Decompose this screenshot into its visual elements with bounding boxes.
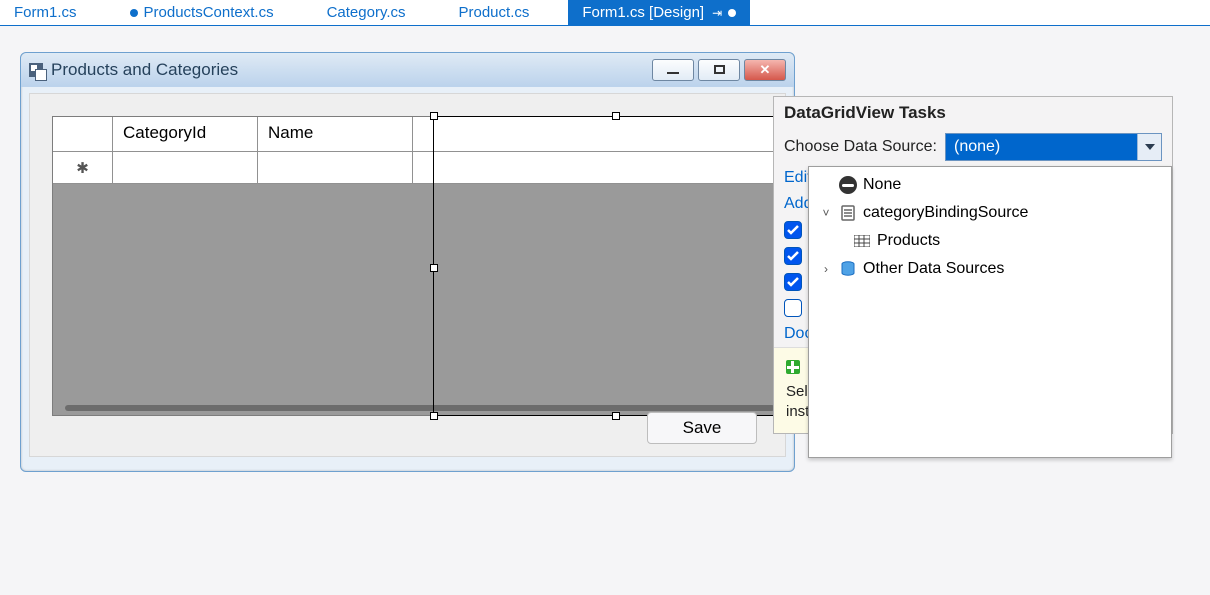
cell[interactable] (113, 152, 258, 183)
column-header-categoryid[interactable]: CategoryId (113, 117, 258, 151)
data-source-item-none[interactable]: None (813, 171, 1167, 199)
tab-label: Form1.cs [Design] (582, 4, 704, 21)
tab-label: Product.cs (459, 4, 530, 21)
chevron-down-icon (1137, 134, 1161, 160)
maximize-button[interactable] (698, 59, 740, 81)
tab-productscontext[interactable]: ProductsContext.cs (116, 0, 288, 26)
data-source-item-binding-source[interactable]: ˅ categoryBindingSource (813, 199, 1167, 227)
table-row: ✱ (53, 152, 787, 184)
tab-category[interactable]: Category.cs (313, 0, 420, 26)
plus-icon (786, 360, 800, 374)
modified-dot-icon (130, 9, 138, 17)
data-source-combo[interactable]: (none) (945, 133, 1162, 161)
item-label: Other Data Sources (863, 260, 1004, 278)
document-tabstrip: Form1.cs ProductsContext.cs Category.cs … (0, 0, 1210, 26)
form-title: Products and Categories (51, 60, 238, 80)
resize-handle[interactable] (430, 112, 438, 120)
resize-handle[interactable] (430, 412, 438, 420)
modified-dot-icon (728, 9, 736, 17)
grid-corner-cell[interactable] (53, 117, 113, 151)
form-titlebar[interactable]: Products and Categories ✕ (21, 53, 794, 87)
form-client-area: CategoryId Name ✱ (29, 93, 786, 457)
checkbox-unchecked-icon (784, 299, 802, 317)
tab-label: Form1.cs (14, 4, 77, 21)
app-icon (29, 63, 43, 77)
database-icon (839, 260, 857, 278)
maximize-icon (714, 65, 725, 74)
item-label: None (863, 176, 901, 194)
form-products-and-categories[interactable]: Products and Categories ✕ CategoryId Nam… (20, 52, 795, 472)
close-button[interactable]: ✕ (744, 59, 786, 81)
data-source-item-other[interactable]: › Other Data Sources (813, 255, 1167, 283)
minimize-icon (667, 72, 679, 74)
tab-product[interactable]: Product.cs (445, 0, 544, 26)
choose-data-source-label: Choose Data Source: (784, 138, 937, 156)
designer-surface: Products and Categories ✕ CategoryId Nam… (0, 26, 1210, 595)
data-source-selected: (none) (946, 138, 1008, 156)
binding-source-icon (839, 204, 857, 222)
resize-handle[interactable] (612, 112, 620, 120)
tab-form1-design[interactable]: Form1.cs [Design] ⇥ (568, 0, 750, 26)
tasks-title: DataGridView Tasks (774, 97, 1172, 129)
expand-icon[interactable]: › (819, 262, 833, 276)
expand-icon[interactable]: ˅ (819, 206, 833, 220)
item-label: Products (877, 232, 940, 250)
minimize-button[interactable] (652, 59, 694, 81)
pin-icon[interactable]: ⇥ (712, 6, 722, 20)
checkbox-checked-icon (784, 221, 802, 239)
save-button[interactable]: Save (647, 412, 757, 444)
resize-handle[interactable] (430, 264, 438, 272)
datagridview[interactable]: CategoryId Name ✱ (52, 116, 788, 416)
table-icon (853, 232, 871, 250)
tab-form1-cs[interactable]: Form1.cs (0, 0, 91, 26)
datagridview-wrapper: CategoryId Name ✱ (52, 116, 788, 416)
horizontal-scrollbar[interactable] (65, 405, 775, 411)
checkbox-checked-icon (784, 247, 802, 265)
close-icon: ✕ (760, 62, 771, 78)
tab-label: ProductsContext.cs (144, 4, 274, 21)
column-header-name[interactable]: Name (258, 117, 413, 151)
tab-label: Category.cs (327, 4, 406, 21)
cell[interactable] (258, 152, 413, 183)
grid-header-row: CategoryId Name (53, 117, 787, 152)
none-icon (839, 176, 857, 194)
data-source-item-products[interactable]: Products (847, 227, 1167, 255)
item-label: categoryBindingSource (863, 204, 1028, 222)
checkbox-checked-icon (784, 273, 802, 291)
resize-handle[interactable] (612, 412, 620, 420)
save-button-label: Save (683, 418, 722, 438)
new-row-indicator[interactable]: ✱ (53, 152, 113, 183)
data-source-dropdown: None ˅ categoryBindingSource Products › … (808, 166, 1172, 458)
